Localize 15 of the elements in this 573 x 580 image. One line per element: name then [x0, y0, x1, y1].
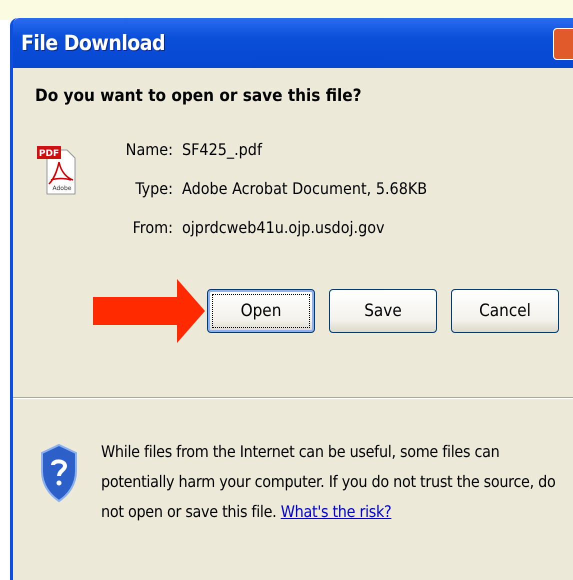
arrow-icon — [93, 279, 205, 343]
detail-value: SF425_.pdf — [182, 140, 264, 159]
detail-label: Name: — [124, 140, 173, 159]
dialog-button[interactable]: Cancel — [451, 289, 559, 333]
risk-link[interactable]: What's the risk? — [280, 502, 392, 521]
question-text: Do you want to open or save this file? — [35, 86, 363, 106]
detail-label: From: — [132, 218, 173, 237]
dialog-button[interactable]: Open — [207, 289, 315, 333]
warning-text: While files from the Internet can be useful, some files can potentially harm your computer. If you do not trust the source, do not open or save this file. What's the risk? — [101, 441, 556, 523]
shield-icon — [39, 443, 79, 503]
detail-value: Adobe Acrobat Document, 5.68KB — [182, 179, 428, 198]
detail-value: ojprdcweb41u.ojp.usdoj.gov — [182, 218, 386, 237]
window-title: File Download — [21, 31, 166, 55]
detail-label: Type: — [134, 179, 173, 198]
dialog-button[interactable]: Save — [329, 289, 437, 333]
